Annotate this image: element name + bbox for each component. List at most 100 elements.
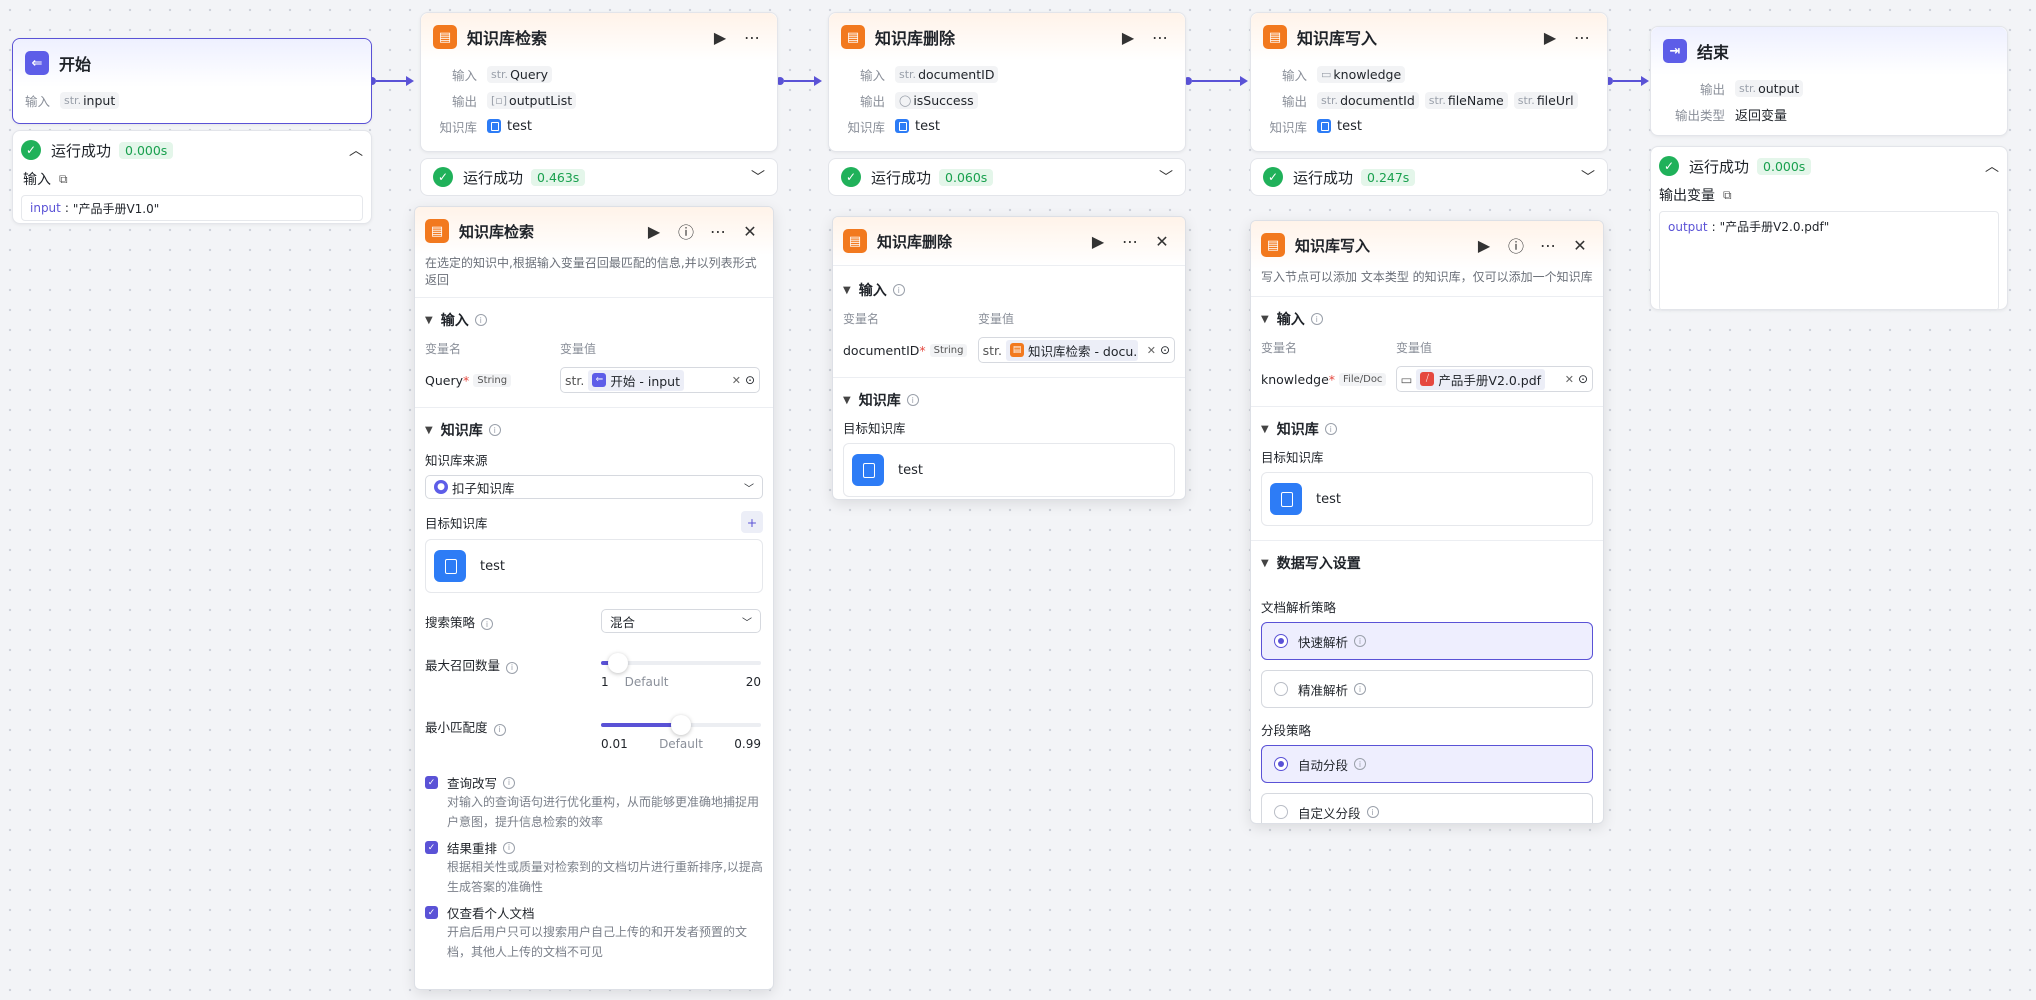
input-section-header[interactable]: ▼ 输入 i bbox=[843, 278, 1175, 302]
target-icon[interactable]: ⊙ bbox=[1578, 372, 1588, 386]
chevron-down-icon[interactable]: ﹀ bbox=[1581, 167, 1595, 187]
close-icon[interactable]: ✕ bbox=[737, 218, 763, 244]
copy-icon[interactable]: ⧉ bbox=[59, 172, 68, 187]
output-label: 输出 bbox=[1699, 81, 1725, 97]
search-node[interactable]: ▤ 知识库检索 ▶ ⋯ 输入 str. Query 输出 [▫] outputList … bbox=[420, 12, 778, 152]
run-icon[interactable]: ▶ bbox=[1115, 24, 1141, 50]
folder-icon: ▭ bbox=[1321, 67, 1332, 81]
help-icon[interactable]: ⓘ bbox=[1503, 232, 1529, 258]
var-value-selector[interactable]: str. ⇐ 开始 - input ✕ ⊙ bbox=[560, 367, 760, 393]
more-icon[interactable]: ⋯ bbox=[739, 24, 765, 50]
add-icon[interactable]: + bbox=[741, 511, 763, 533]
connector-arrow bbox=[1240, 76, 1248, 86]
run-time: 0.060s bbox=[939, 168, 994, 186]
output-type-value: 返回变量 bbox=[1735, 108, 1788, 124]
parse-fast-option[interactable]: 快速解析 i bbox=[1261, 622, 1593, 660]
more-icon[interactable]: ⋯ bbox=[1535, 232, 1561, 258]
run-icon[interactable]: ▶ bbox=[1085, 228, 1111, 254]
clear-icon[interactable]: ✕ bbox=[1143, 344, 1160, 357]
run-icon[interactable]: ▶ bbox=[707, 24, 733, 50]
success-icon: ✓ bbox=[21, 140, 41, 160]
knowledge-base-icon bbox=[434, 550, 466, 582]
help-icon[interactable]: ⓘ bbox=[673, 218, 699, 244]
more-icon[interactable]: ⋯ bbox=[705, 218, 731, 244]
clear-icon[interactable]: ✕ bbox=[1561, 373, 1578, 386]
kb-section-header[interactable]: ▼ 知识库 i bbox=[1261, 417, 1593, 441]
knowledge-delete-icon: ▤ bbox=[843, 229, 867, 253]
clear-icon[interactable]: ✕ bbox=[728, 374, 745, 387]
search-config-panel: ▤ 知识库检索 ▶ ⓘ ⋯ ✕ 在选定的知识中,根据输入变量召回最匹配的信息,并… bbox=[414, 206, 774, 990]
chunk-auto-option[interactable]: 自动分段 i bbox=[1261, 745, 1593, 783]
target-kb-item[interactable]: test bbox=[425, 539, 763, 593]
caret-down-icon: ▼ bbox=[425, 314, 433, 326]
more-icon[interactable]: ⋯ bbox=[1569, 24, 1595, 50]
col-var-value: 变量值 bbox=[560, 342, 597, 356]
connector-arrow bbox=[814, 76, 822, 86]
var-value-selector[interactable]: str. ▤ 知识库检索 - docu... ✕ ⊙ bbox=[977, 337, 1175, 363]
more-icon[interactable]: ⋯ bbox=[1117, 228, 1143, 254]
var-name: knowledge bbox=[1261, 371, 1329, 387]
radio-icon bbox=[1274, 805, 1288, 819]
delete-run-result[interactable]: ✓ 运行成功 0.060s ﹀ bbox=[828, 158, 1186, 196]
info-icon: i bbox=[906, 394, 919, 406]
check-personal-only[interactable]: ✓ 仅查看个人文档 开启后用户只可以搜索用户自己上传的和开发者预置的文档，其他人上… bbox=[425, 903, 763, 962]
run-status: 运行成功 bbox=[1689, 157, 1750, 176]
kb-section-header[interactable]: ▼ 知识库 i bbox=[425, 418, 763, 442]
run-value: "产品手册V1.0" bbox=[72, 201, 160, 216]
output-var-chip: str. fileName bbox=[1424, 91, 1508, 109]
chevron-up-icon[interactable]: ︿ bbox=[349, 140, 363, 160]
caret-down-icon: ▼ bbox=[1261, 313, 1269, 325]
run-icon[interactable]: ▶ bbox=[1471, 232, 1497, 258]
var-value-selector[interactable]: ▭ ⧸ 产品手册V2.0.pdf ✕ ⊙ bbox=[1395, 366, 1593, 392]
connector-delete-write bbox=[1192, 80, 1242, 82]
end-node[interactable]: ⇥ 结束 输出 str. output 输出类型 返回变量 bbox=[1650, 26, 2008, 136]
more-icon[interactable]: ⋯ bbox=[1147, 24, 1173, 50]
run-key: output bbox=[1668, 220, 1708, 234]
chunk-strategy-label: 分段策略 bbox=[1261, 723, 1312, 738]
kb-source-select[interactable]: ● 扣子知识库 ﹀ bbox=[425, 475, 763, 499]
write-node-title: 知识库写入 bbox=[1297, 29, 1378, 48]
target-icon[interactable]: ⊙ bbox=[1160, 343, 1170, 357]
write-config-panel: ▤ 知识库写入 ▶ ⓘ ⋯ ✕ 写入节点可以添加 文本类型 的知识库，仅可以添加… bbox=[1250, 220, 1604, 824]
info-icon: i bbox=[474, 314, 487, 326]
write-run-result[interactable]: ✓ 运行成功 0.247s ﹀ bbox=[1250, 158, 1608, 196]
checkbox-checked-icon: ✓ bbox=[425, 906, 438, 919]
close-icon[interactable]: ✕ bbox=[1567, 232, 1593, 258]
chevron-down-icon[interactable]: ﹀ bbox=[751, 167, 765, 187]
chunk-custom-option[interactable]: 自定义分段 i bbox=[1261, 793, 1593, 823]
delete-node[interactable]: ▤ 知识库删除 ▶ ⋯ 输入 str. documentID 输出 ◯ isSucces… bbox=[828, 12, 1186, 152]
start-node[interactable]: ⇐ 开始 输入 str. input bbox=[12, 38, 372, 124]
input-var-chip: str. documentID bbox=[895, 65, 999, 83]
caret-down-icon: ▼ bbox=[843, 394, 851, 406]
kb-section-header[interactable]: ▼ 知识库 i bbox=[843, 388, 1175, 412]
copy-icon[interactable]: ⧉ bbox=[1723, 188, 1732, 203]
success-icon: ✓ bbox=[433, 167, 453, 187]
run-icon[interactable]: ▶ bbox=[1537, 24, 1563, 50]
chevron-down-icon[interactable]: ﹀ bbox=[1159, 167, 1173, 187]
search-run-result[interactable]: ✓ 运行成功 0.463s ﹀ bbox=[420, 158, 778, 196]
min-match-slider[interactable] bbox=[601, 715, 761, 735]
input-section-header[interactable]: ▼ 输入 i bbox=[1261, 307, 1593, 331]
strategy-select[interactable]: 混合 ﹀ bbox=[601, 609, 761, 633]
start-icon: ⇐ bbox=[25, 51, 49, 75]
write-node[interactable]: ▤ 知识库写入 ▶ ⋯ 输入 ▭ knowledge 输出 str. document… bbox=[1250, 12, 1608, 152]
input-section-header[interactable]: ▼ 输入 i bbox=[425, 308, 763, 332]
chevron-up-icon[interactable]: ︿ bbox=[1985, 156, 1999, 176]
target-icon[interactable]: ⊙ bbox=[745, 373, 755, 387]
max-recall-slider[interactable] bbox=[601, 653, 761, 673]
check-rerank[interactable]: ✓ 结果重排 i 根据相关性或质量对检索到的文档切片进行重新排序,以提高生成答案的准… bbox=[425, 838, 763, 897]
target-kb-item[interactable]: test bbox=[843, 443, 1175, 497]
write-settings-header[interactable]: ▼ 数据写入设置 bbox=[1261, 551, 1593, 575]
parse-precise-option[interactable]: 精准解析 i bbox=[1261, 670, 1593, 708]
knowledge-write-icon: ▤ bbox=[1263, 25, 1287, 49]
close-icon[interactable]: ✕ bbox=[1149, 228, 1175, 254]
check-rewrite[interactable]: ✓ 查询改写 i 对输入的查询语句进行优化重构，从而能够更准确地捕捉用户意图，提升信… bbox=[425, 773, 763, 832]
target-kb-item[interactable]: test bbox=[1261, 472, 1593, 526]
input-var-chip: ▭ knowledge bbox=[1317, 65, 1406, 83]
delete-node-title: 知识库删除 bbox=[875, 29, 956, 48]
run-icon[interactable]: ▶ bbox=[641, 218, 667, 244]
caret-down-icon: ▼ bbox=[425, 424, 433, 436]
checkbox-checked-icon: ✓ bbox=[425, 776, 438, 789]
var-name: Query bbox=[425, 372, 463, 388]
chevron-down-icon: ﹀ bbox=[742, 617, 752, 629]
